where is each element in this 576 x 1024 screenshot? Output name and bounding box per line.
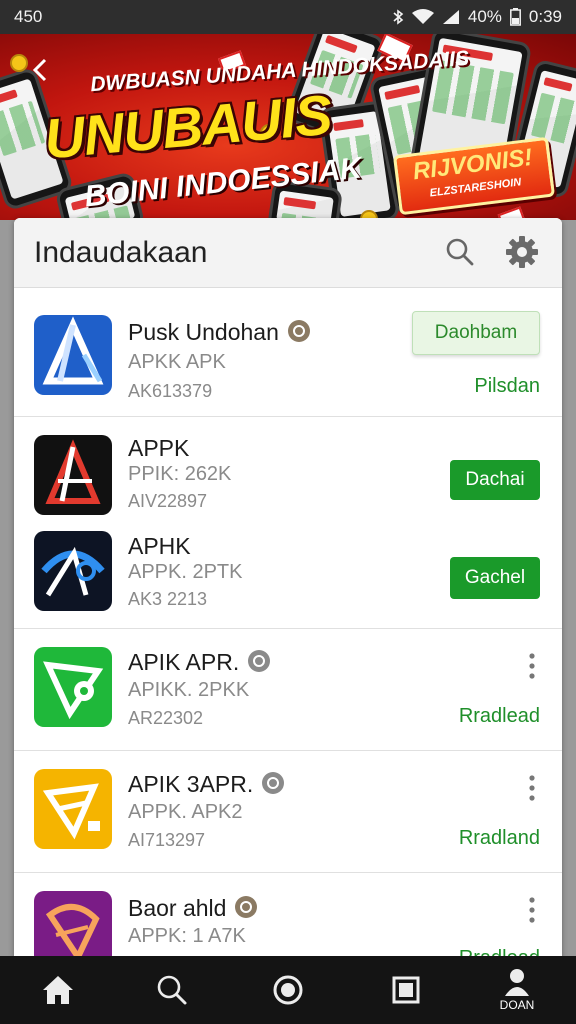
bluetooth-icon (393, 9, 404, 25)
more-options-icon[interactable] (528, 775, 536, 801)
status-bar: 450 40% 0:39 (0, 0, 576, 34)
app-logo-icon (34, 435, 112, 515)
download-list-card: Indaudakaan Pusk Undohan APKK APK AK6133… (14, 218, 562, 958)
status-link[interactable]: Rradlead (459, 705, 540, 728)
list-item[interactable]: Pusk Undohan APKK APK AK613379 Daohbam P… (14, 289, 562, 417)
card-header: Indaudakaan (14, 218, 562, 288)
signal-icon (442, 10, 459, 24)
app-meta: AR22302 (128, 708, 204, 728)
app-subtitle: APKK APK (128, 351, 226, 373)
back-arrow-icon (32, 58, 47, 82)
search-icon (157, 975, 187, 1005)
app-subtitle: APPK: 1 A7K (128, 925, 246, 947)
app-meta: AIV22897 (128, 491, 208, 511)
battery-icon (509, 8, 521, 26)
settings-button[interactable] (504, 234, 540, 270)
page-title: Indaudakaan (34, 236, 208, 269)
app-subtitle: APPK. APK2 (128, 801, 243, 823)
app-logo-icon (34, 531, 112, 611)
nav-home[interactable] (38, 970, 78, 1010)
app-meta: AI713297 (128, 830, 206, 850)
gear-icon (506, 236, 538, 268)
promo-banner[interactable]: DWBUASN UNDAHA HINDOKSADAIIS UNUBAUIS BO… (0, 34, 576, 220)
home-icon (43, 976, 73, 1004)
app-name: Pusk Undohan (128, 319, 311, 346)
profile-icon (505, 969, 529, 996)
verified-badge-icon (287, 320, 310, 342)
app-subtitle: APPK. 2PTK (128, 561, 243, 583)
more-options-icon[interactable] (528, 897, 536, 923)
app-logo-icon (34, 647, 112, 727)
app-name: APPK (128, 435, 190, 461)
app-name: Baor ahld (128, 895, 258, 922)
app-logo-icon (34, 769, 112, 849)
nav-search[interactable] (152, 970, 192, 1010)
list-group: APPK PPIK: 262K AIV22897 Dachai APHK APP… (14, 417, 562, 629)
status-left-text: 450 (14, 7, 43, 26)
more-options-icon[interactable] (528, 653, 536, 679)
nav-profile-label: DOAN (499, 998, 535, 1012)
search-button[interactable] (442, 234, 478, 270)
status-link[interactable]: Rradland (459, 827, 540, 850)
app-logo-icon (34, 891, 112, 958)
status-icons: 40% 0:39 (392, 7, 562, 27)
app-subtitle: APIKK. 2PKK (128, 679, 250, 701)
back-button[interactable] (26, 56, 56, 86)
app-subtitle: PPIK: 262K (128, 463, 232, 485)
list-item[interactable]: Baor ahld APPK: 1 A7K Rradlead (14, 873, 562, 958)
download-button[interactable]: Dachai (450, 460, 540, 500)
wifi-icon (411, 9, 434, 24)
status-link[interactable]: Pilsdan (474, 375, 540, 398)
app-name: APIK APR. (128, 649, 271, 676)
app-meta: AK3 2213 (128, 589, 208, 609)
clock: 0:39 (528, 7, 562, 26)
square-icon (392, 976, 420, 1004)
verified-badge-icon (262, 772, 285, 794)
bottom-nav-bar: DOAN (0, 956, 576, 1024)
list-item[interactable]: APIK 3APR. APPK. APK2 AI713297 Rradland (14, 751, 562, 873)
search-icon (446, 238, 474, 266)
verified-badge-icon (235, 896, 258, 918)
verified-badge-icon (248, 650, 271, 672)
app-name: APHK (128, 533, 191, 559)
circle-icon (273, 975, 303, 1005)
app-meta: AK613379 (128, 381, 213, 401)
nav-recents[interactable] (386, 970, 426, 1010)
battery-percent: 40% (467, 7, 502, 26)
list-item[interactable]: APPK PPIK: 262K AIV22897 Dachai (14, 417, 562, 517)
list-item[interactable]: APHK APPK. 2PTK AK3 2213 Gachel (14, 519, 562, 619)
download-button[interactable]: Daohbam (412, 311, 540, 355)
app-logo-icon (34, 315, 112, 395)
download-button[interactable]: Gachel (450, 557, 540, 599)
list-item[interactable]: APIK APR. APIKK. 2PKK AR22302 Rradlead (14, 629, 562, 751)
nav-center[interactable] (268, 970, 308, 1010)
app-name: APIK 3APR. (128, 771, 285, 798)
